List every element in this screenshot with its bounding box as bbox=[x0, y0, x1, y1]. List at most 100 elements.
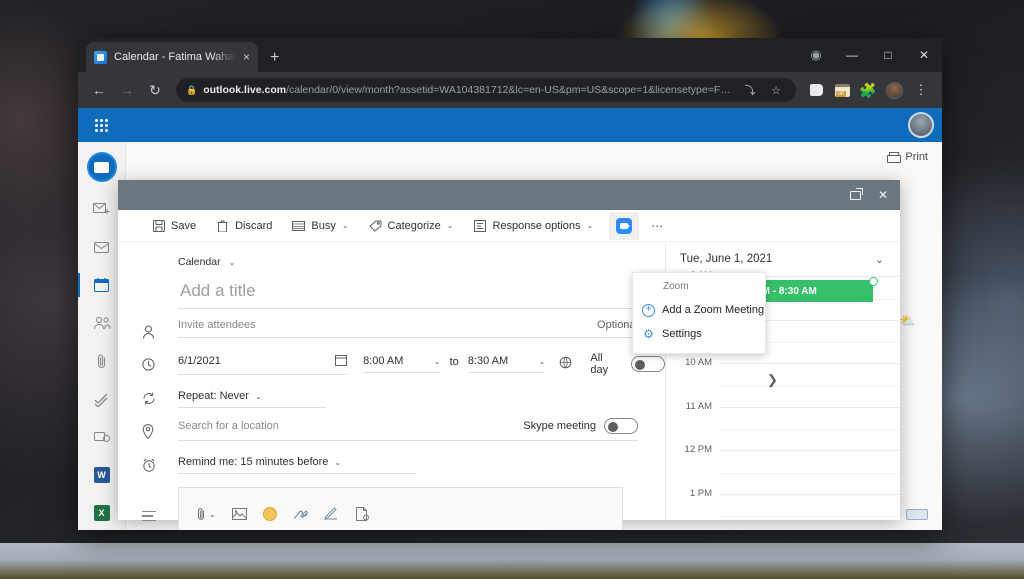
menu-item-settings[interactable]: ⚙ Settings bbox=[633, 322, 765, 346]
hour-row[interactable]: 1 PM bbox=[720, 494, 900, 521]
off-extension-icon[interactable] bbox=[830, 78, 854, 102]
response-options-label: Response options bbox=[492, 220, 580, 232]
trash-icon bbox=[216, 220, 229, 232]
category-dot-slot bbox=[142, 278, 178, 298]
emoji-icon[interactable] bbox=[263, 507, 277, 521]
tag-extension-icon[interactable] bbox=[804, 78, 828, 102]
timezone-icon[interactable] bbox=[559, 356, 572, 372]
save-icon bbox=[152, 220, 165, 232]
all-day-label: All day bbox=[590, 352, 623, 376]
clock-icon bbox=[142, 352, 178, 374]
title-field-wrap[interactable]: Add a title bbox=[178, 278, 665, 309]
calendar-icon bbox=[93, 277, 110, 293]
outlook-badge-icon[interactable] bbox=[87, 152, 117, 182]
chevron-down-icon: ⌄ bbox=[255, 392, 262, 401]
zoom-level-control[interactable] bbox=[906, 509, 928, 520]
location-pin-icon bbox=[142, 418, 178, 442]
minimize-button[interactable]: — bbox=[834, 38, 870, 72]
attendees-line: Invite attendees Optional bbox=[178, 319, 638, 337]
title-input[interactable]: Add a title bbox=[178, 278, 665, 308]
datetime-fields: 6/1/2021 8:00 AM ⌄ to bbox=[178, 352, 665, 376]
reload-icon[interactable]: ↻ bbox=[142, 77, 168, 103]
share-icon[interactable]: ⤵ bbox=[740, 82, 760, 98]
event-resize-handle-top[interactable] bbox=[869, 277, 878, 286]
repeat-icon bbox=[142, 386, 178, 408]
url-host: outlook.live.com bbox=[203, 84, 286, 96]
attach-file-icon[interactable]: ⌄ bbox=[197, 507, 216, 521]
hour-row[interactable]: 11 AM bbox=[720, 407, 900, 451]
response-options-dropdown[interactable]: Response options ⌄ bbox=[463, 213, 603, 239]
dialog-close-icon[interactable]: ✕ bbox=[870, 182, 896, 208]
busy-dropdown[interactable]: Busy ⌄ bbox=[282, 213, 358, 239]
mail-icon bbox=[93, 241, 110, 254]
address-bar[interactable]: 🔒 outlook.live.com/calendar/0/view/month… bbox=[176, 78, 796, 102]
signature-icon[interactable] bbox=[293, 507, 308, 521]
start-date-input[interactable]: 6/1/2021 bbox=[178, 354, 347, 375]
reminder-value: Remind me: 15 minutes before bbox=[178, 456, 328, 468]
more-options-icon[interactable]: ⋯ bbox=[639, 219, 676, 233]
start-time-dropdown[interactable]: 8:00 AM ⌄ bbox=[363, 355, 441, 373]
feedback-icon bbox=[93, 430, 110, 444]
url-text: outlook.live.com/calendar/0/view/month?a… bbox=[203, 84, 734, 96]
record-dot-icon[interactable]: ◉ bbox=[798, 38, 834, 72]
hour-label: 10 AM bbox=[668, 357, 712, 368]
skype-meeting-toggle[interactable] bbox=[604, 418, 638, 434]
preview-date-label: Tue, June 1, 2021 bbox=[680, 253, 772, 265]
browser-menu-icon[interactable]: ⋮ bbox=[908, 77, 934, 103]
insert-picture-icon[interactable] bbox=[232, 508, 247, 520]
tab-close-icon[interactable]: × bbox=[243, 51, 250, 63]
datetime-row: 6/1/2021 8:00 AM ⌄ to bbox=[142, 342, 665, 376]
categorize-dropdown[interactable]: Categorize ⌄ bbox=[359, 213, 464, 239]
insert-link-icon[interactable] bbox=[355, 507, 369, 521]
chevron-down-icon: ⌄ bbox=[334, 458, 341, 467]
popout-icon[interactable] bbox=[842, 182, 868, 208]
hour-row[interactable]: 12 PM bbox=[720, 450, 900, 494]
to-label: to bbox=[450, 356, 459, 373]
chevron-down-icon: ⌄ bbox=[539, 357, 546, 366]
response-options-icon bbox=[473, 220, 486, 232]
end-time-dropdown[interactable]: 8:30 AM ⌄ bbox=[468, 355, 546, 373]
page-viewport: W X P Print ⛅ FB bbox=[78, 108, 942, 530]
ink-pen-icon[interactable] bbox=[324, 507, 339, 521]
maximize-button[interactable]: □ bbox=[870, 38, 906, 72]
browser-tab[interactable]: Calendar - Fatima Wahab - Outlo × bbox=[86, 42, 258, 72]
check-list-icon bbox=[93, 392, 110, 407]
zoom-addin-menu: Zoom + Add a Zoom Meeting ⚙ Settings bbox=[632, 272, 766, 354]
print-button-label[interactable]: Print bbox=[905, 151, 928, 163]
discard-label: Discard bbox=[235, 220, 272, 232]
puzzle-extension-icon[interactable]: 🧩 bbox=[856, 78, 880, 102]
back-icon[interactable]: ← bbox=[86, 77, 112, 103]
all-day-toggle[interactable] bbox=[631, 356, 665, 372]
chevron-down-icon: ⌄ bbox=[447, 221, 454, 230]
close-window-button[interactable]: ✕ bbox=[906, 38, 942, 72]
tab-title: Calendar - Fatima Wahab - Outlo bbox=[114, 51, 236, 63]
chevron-down-icon[interactable]: ⌄ bbox=[875, 253, 884, 266]
user-avatar[interactable] bbox=[908, 112, 934, 138]
new-tab-button[interactable]: + bbox=[270, 50, 279, 66]
dialog-toolbar: Save Discard Busy ⌄ bbox=[118, 210, 900, 242]
busy-label: Busy bbox=[311, 220, 335, 232]
reminder-dropdown[interactable]: Remind me: 15 minutes before ⌄ bbox=[178, 456, 416, 474]
skype-toggle-group: Skype meeting bbox=[523, 418, 638, 434]
calendar-selector[interactable]: Calendar ⌄ bbox=[142, 250, 665, 268]
outlook-command-bar: Print bbox=[887, 142, 942, 172]
calendar-picker-icon[interactable] bbox=[335, 354, 347, 369]
excel-icon: X bbox=[94, 505, 110, 521]
discard-button[interactable]: Discard bbox=[206, 213, 282, 239]
repeat-dropdown[interactable]: Repeat: Never ⌄ bbox=[178, 390, 326, 408]
zoom-addin-button[interactable] bbox=[609, 212, 639, 240]
app-launcher-icon[interactable] bbox=[78, 108, 126, 142]
reminder-field-wrap: Remind me: 15 minutes before ⌄ bbox=[178, 452, 665, 474]
menu-item-add-zoom-meeting[interactable]: + Add a Zoom Meeting bbox=[633, 298, 765, 322]
attendees-field-wrap[interactable]: Invite attendees Optional bbox=[178, 319, 665, 338]
bookmark-star-icon[interactable]: ☆ bbox=[766, 84, 786, 97]
hour-row[interactable]: 10 AM bbox=[720, 363, 900, 407]
save-button[interactable]: Save bbox=[142, 213, 206, 239]
browser-toolbar: ← → ↻ 🔒 outlook.live.com/calendar/0/view… bbox=[78, 72, 942, 108]
description-icon bbox=[142, 487, 178, 521]
location-input[interactable]: Search for a location bbox=[178, 420, 523, 432]
attendees-input[interactable]: Invite attendees bbox=[178, 319, 597, 331]
repeat-field-wrap: Repeat: Never ⌄ bbox=[178, 386, 665, 408]
zoom-menu-title: Zoom bbox=[633, 278, 765, 298]
profile-avatar[interactable] bbox=[882, 78, 906, 102]
